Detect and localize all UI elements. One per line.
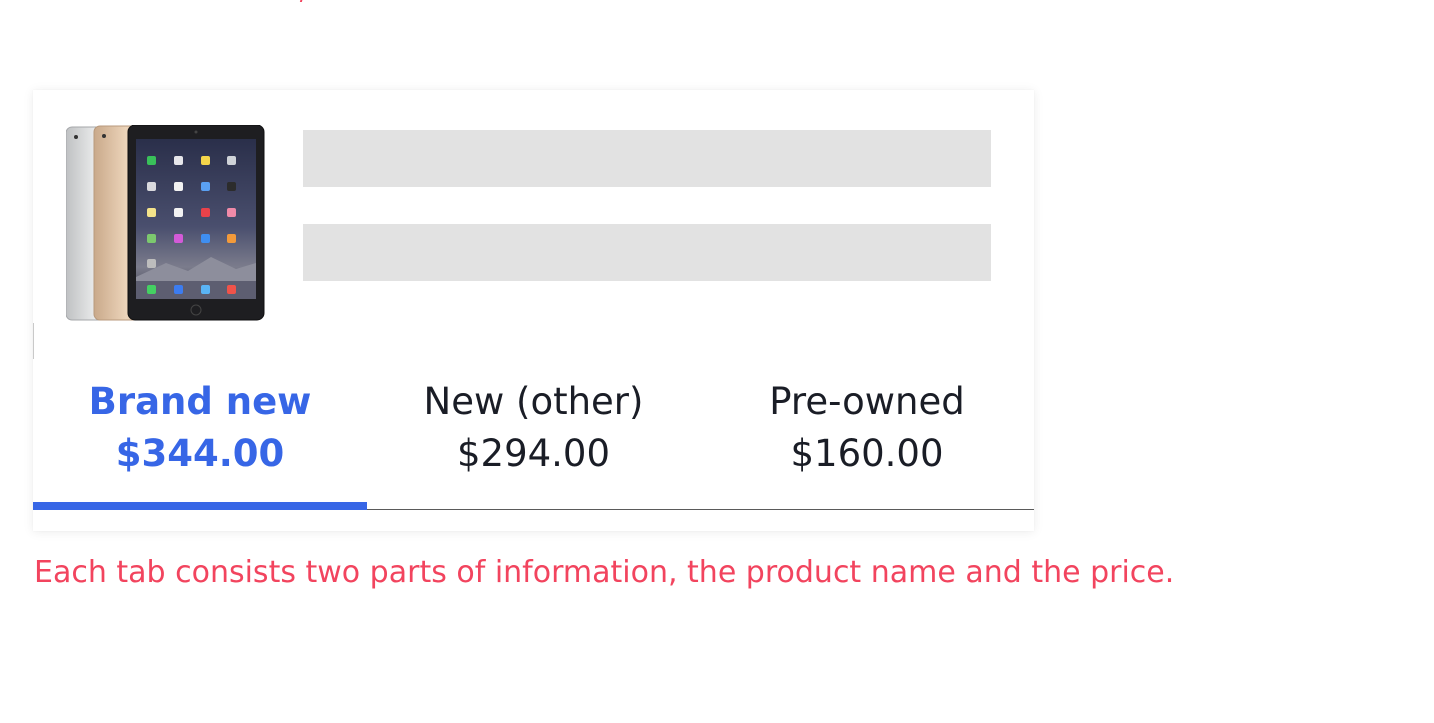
condition-tabs: Brand new $344.00 New (other) $294.00 Pr… xyxy=(33,362,1034,510)
annotation-caption: Each tab consists two parts of informati… xyxy=(34,555,1175,590)
tab-label: Brand new xyxy=(88,380,312,423)
tab-new-other[interactable]: New (other) $294.00 xyxy=(367,362,700,510)
card-edge-mark xyxy=(33,323,34,359)
product-card: Brand new $344.00 New (other) $294.00 Pr… xyxy=(33,90,1034,531)
active-tab-indicator xyxy=(33,502,367,510)
subtitle-placeholder xyxy=(303,224,991,281)
tab-pre-owned[interactable]: Pre-owned $160.00 xyxy=(700,362,1034,510)
title-placeholder xyxy=(303,130,991,187)
tab-label: New (other) xyxy=(423,380,644,423)
product-image xyxy=(65,124,266,321)
tab-price: $160.00 xyxy=(790,432,944,475)
tab-brand-new[interactable]: Brand new $344.00 xyxy=(33,362,367,510)
tab-price: $344.00 xyxy=(115,432,285,475)
tab-label: Pre-owned xyxy=(769,380,965,423)
annotation-marker xyxy=(298,0,308,2)
tab-price: $294.00 xyxy=(456,432,610,475)
